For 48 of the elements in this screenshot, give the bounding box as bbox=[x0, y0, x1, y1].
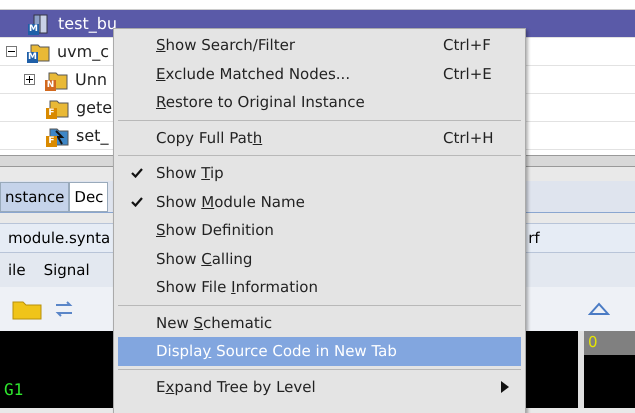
menu-item-label: Show Definition bbox=[156, 220, 274, 241]
shortcut-text: Ctrl+E bbox=[443, 64, 493, 84]
menu-item-label: Display Source Code in New Tab bbox=[156, 341, 397, 362]
path-text: module.synta bbox=[8, 228, 110, 249]
ruler-label: 0 bbox=[584, 331, 635, 355]
menu-item-label: Show Search/Filter bbox=[156, 35, 295, 56]
check-icon bbox=[131, 196, 143, 207]
menu-item-label: Copy Full Path bbox=[156, 128, 262, 148]
badge: F bbox=[46, 108, 57, 118]
collapse-icon[interactable] bbox=[6, 46, 17, 57]
tree-label: uvm_c bbox=[57, 40, 109, 63]
shortcut-text: Ctrl+F bbox=[443, 35, 492, 56]
menu-item[interactable]: Show Definition bbox=[118, 216, 521, 244]
menu-item-label: Expand Tree by Level bbox=[156, 376, 316, 398]
expand-icon[interactable] bbox=[24, 74, 35, 85]
signal-name: G1 bbox=[4, 379, 24, 401]
menu-item[interactable]: Show Calling bbox=[118, 244, 521, 273]
menu-bar-item[interactable]: Signal bbox=[44, 258, 90, 282]
tree-label: gete bbox=[76, 96, 112, 118]
menu-item[interactable]: New Schematic bbox=[118, 308, 521, 337]
tree-label: set_ bbox=[76, 124, 108, 147]
menu-item-label: Show Module Name bbox=[156, 192, 305, 212]
badge: N bbox=[45, 80, 56, 90]
menu-item[interactable]: Copy Full Path Ctrl+H bbox=[118, 124, 521, 152]
badge: F bbox=[46, 136, 57, 146]
tab[interactable]: nstance bbox=[0, 182, 70, 212]
menu-item-label: Exclude Matched Nodes... bbox=[156, 64, 350, 84]
check-icon bbox=[131, 168, 143, 178]
tree-label: Unn bbox=[75, 68, 107, 90]
menu-item[interactable]: Expand Tree by Level bbox=[118, 372, 521, 401]
menu-item[interactable]: Show File Information bbox=[118, 273, 521, 302]
menu-item-label: Restore to Original Instance bbox=[156, 92, 365, 113]
menu-item-label: Show File Information bbox=[156, 277, 318, 298]
up-triangle-icon[interactable] bbox=[588, 302, 610, 316]
tree-label: test_bu bbox=[58, 12, 118, 35]
menu-item[interactable]: Exclude Matched Nodes... Ctrl+E bbox=[118, 60, 521, 88]
menu-item[interactable]: Show Module Name bbox=[118, 188, 521, 216]
menu-item-label: Show Tip bbox=[156, 163, 224, 184]
shortcut-text: Ctrl+H bbox=[443, 128, 495, 148]
tab[interactable]: Dec bbox=[69, 182, 108, 212]
menu-item[interactable]: Restore to Original Instance bbox=[118, 88, 521, 116]
menu-item-label: Show Calling bbox=[156, 248, 252, 270]
menu-item[interactable]: Show Tip bbox=[118, 159, 521, 188]
badge: M bbox=[28, 24, 39, 34]
badge: M bbox=[27, 52, 38, 62]
menu-item-label: New Schematic bbox=[156, 312, 272, 334]
menu-bar-item[interactable]: ile bbox=[8, 258, 26, 282]
path-text: rf bbox=[528, 228, 540, 249]
